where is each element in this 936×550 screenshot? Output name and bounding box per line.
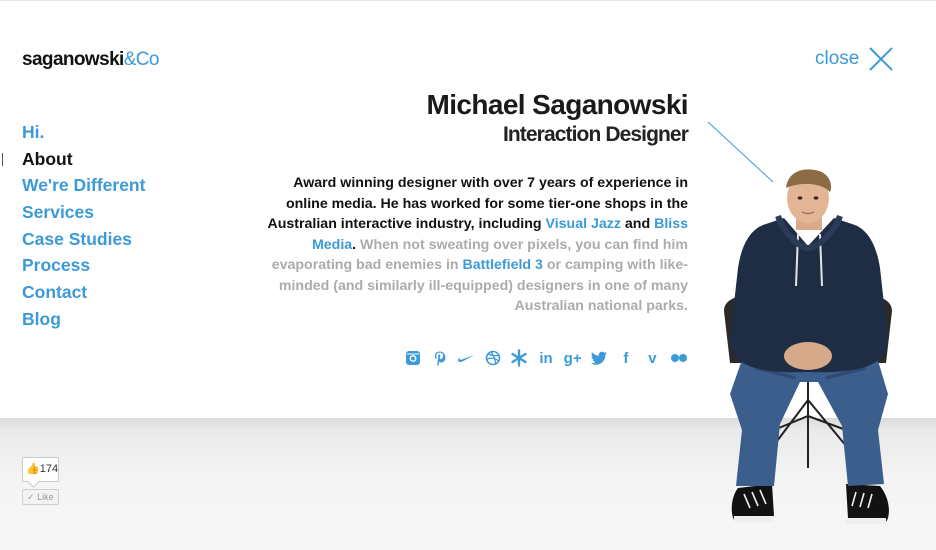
thumbs-up-icon: 👍: [26, 463, 40, 475]
profile-photo: [724, 169, 892, 524]
like-count-bubble: 👍174: [22, 457, 59, 482]
like-count: 174: [39, 463, 59, 475]
like-button-label: Like: [37, 492, 54, 502]
check-icon: ✓: [27, 492, 35, 502]
facebook-like-widget: 👍174 ✓ Like: [22, 457, 59, 505]
like-button[interactable]: ✓ Like: [22, 489, 59, 505]
